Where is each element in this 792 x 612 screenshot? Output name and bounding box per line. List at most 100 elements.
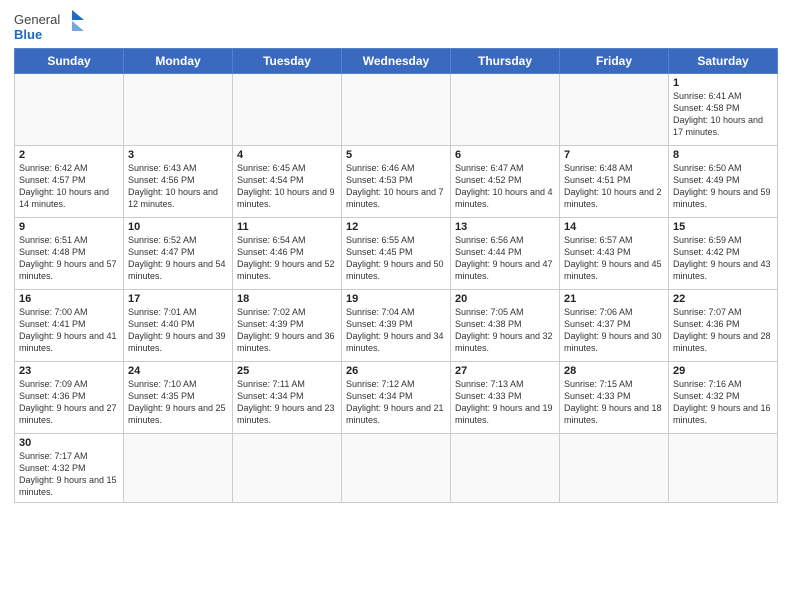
calendar-cell	[342, 74, 451, 146]
day-number: 7	[564, 149, 664, 161]
day-info: Sunrise: 7:09 AM Sunset: 4:36 PM Dayligh…	[19, 378, 119, 427]
day-info: Sunrise: 6:45 AM Sunset: 4:54 PM Dayligh…	[237, 162, 337, 211]
svg-text:Blue: Blue	[14, 27, 42, 42]
calendar-cell: 30Sunrise: 7:17 AM Sunset: 4:32 PM Dayli…	[15, 434, 124, 503]
day-number: 19	[346, 293, 446, 305]
day-number: 28	[564, 365, 664, 377]
calendar-cell: 25Sunrise: 7:11 AM Sunset: 4:34 PM Dayli…	[233, 362, 342, 434]
day-number: 20	[455, 293, 555, 305]
weekday-header-friday: Friday	[560, 49, 669, 74]
day-number: 18	[237, 293, 337, 305]
day-number: 1	[673, 77, 773, 89]
calendar-cell	[451, 434, 560, 503]
day-number: 29	[673, 365, 773, 377]
weekday-header-monday: Monday	[124, 49, 233, 74]
svg-text:General: General	[14, 12, 60, 27]
calendar-cell	[451, 74, 560, 146]
calendar-cell: 7Sunrise: 6:48 AM Sunset: 4:51 PM Daylig…	[560, 146, 669, 218]
day-number: 2	[19, 149, 119, 161]
calendar-cell	[560, 74, 669, 146]
generalblue-logo-icon: General Blue	[14, 10, 84, 42]
day-info: Sunrise: 7:02 AM Sunset: 4:39 PM Dayligh…	[237, 306, 337, 355]
calendar-cell	[15, 74, 124, 146]
day-info: Sunrise: 7:15 AM Sunset: 4:33 PM Dayligh…	[564, 378, 664, 427]
day-number: 14	[564, 221, 664, 233]
calendar-cell: 14Sunrise: 6:57 AM Sunset: 4:43 PM Dayli…	[560, 218, 669, 290]
day-info: Sunrise: 7:04 AM Sunset: 4:39 PM Dayligh…	[346, 306, 446, 355]
day-info: Sunrise: 7:12 AM Sunset: 4:34 PM Dayligh…	[346, 378, 446, 427]
calendar-cell: 24Sunrise: 7:10 AM Sunset: 4:35 PM Dayli…	[124, 362, 233, 434]
day-info: Sunrise: 6:57 AM Sunset: 4:43 PM Dayligh…	[564, 234, 664, 283]
calendar-cell: 11Sunrise: 6:54 AM Sunset: 4:46 PM Dayli…	[233, 218, 342, 290]
calendar-cell: 12Sunrise: 6:55 AM Sunset: 4:45 PM Dayli…	[342, 218, 451, 290]
day-info: Sunrise: 6:41 AM Sunset: 4:58 PM Dayligh…	[673, 90, 773, 139]
calendar-cell: 13Sunrise: 6:56 AM Sunset: 4:44 PM Dayli…	[451, 218, 560, 290]
day-number: 30	[19, 437, 119, 449]
calendar-cell: 6Sunrise: 6:47 AM Sunset: 4:52 PM Daylig…	[451, 146, 560, 218]
day-info: Sunrise: 6:56 AM Sunset: 4:44 PM Dayligh…	[455, 234, 555, 283]
day-number: 6	[455, 149, 555, 161]
header: General Blue	[14, 10, 778, 42]
calendar-week-row: 30Sunrise: 7:17 AM Sunset: 4:32 PM Dayli…	[15, 434, 778, 503]
day-info: Sunrise: 7:06 AM Sunset: 4:37 PM Dayligh…	[564, 306, 664, 355]
calendar-cell: 21Sunrise: 7:06 AM Sunset: 4:37 PM Dayli…	[560, 290, 669, 362]
day-info: Sunrise: 6:54 AM Sunset: 4:46 PM Dayligh…	[237, 234, 337, 283]
day-number: 24	[128, 365, 228, 377]
day-number: 16	[19, 293, 119, 305]
day-number: 26	[346, 365, 446, 377]
day-info: Sunrise: 7:11 AM Sunset: 4:34 PM Dayligh…	[237, 378, 337, 427]
calendar-cell	[342, 434, 451, 503]
calendar-cell: 26Sunrise: 7:12 AM Sunset: 4:34 PM Dayli…	[342, 362, 451, 434]
calendar-cell: 9Sunrise: 6:51 AM Sunset: 4:48 PM Daylig…	[15, 218, 124, 290]
day-info: Sunrise: 6:59 AM Sunset: 4:42 PM Dayligh…	[673, 234, 773, 283]
calendar-cell	[669, 434, 778, 503]
day-info: Sunrise: 6:46 AM Sunset: 4:53 PM Dayligh…	[346, 162, 446, 211]
day-info: Sunrise: 6:47 AM Sunset: 4:52 PM Dayligh…	[455, 162, 555, 211]
calendar: SundayMondayTuesdayWednesdayThursdayFrid…	[14, 48, 778, 503]
day-number: 3	[128, 149, 228, 161]
day-info: Sunrise: 6:55 AM Sunset: 4:45 PM Dayligh…	[346, 234, 446, 283]
day-info: Sunrise: 7:07 AM Sunset: 4:36 PM Dayligh…	[673, 306, 773, 355]
calendar-week-row: 9Sunrise: 6:51 AM Sunset: 4:48 PM Daylig…	[15, 218, 778, 290]
weekday-header-thursday: Thursday	[451, 49, 560, 74]
calendar-week-row: 2Sunrise: 6:42 AM Sunset: 4:57 PM Daylig…	[15, 146, 778, 218]
day-info: Sunrise: 7:05 AM Sunset: 4:38 PM Dayligh…	[455, 306, 555, 355]
day-number: 22	[673, 293, 773, 305]
day-info: Sunrise: 6:43 AM Sunset: 4:56 PM Dayligh…	[128, 162, 228, 211]
calendar-cell: 10Sunrise: 6:52 AM Sunset: 4:47 PM Dayli…	[124, 218, 233, 290]
day-number: 15	[673, 221, 773, 233]
calendar-cell: 15Sunrise: 6:59 AM Sunset: 4:42 PM Dayli…	[669, 218, 778, 290]
day-number: 23	[19, 365, 119, 377]
day-number: 12	[346, 221, 446, 233]
weekday-header-row: SundayMondayTuesdayWednesdayThursdayFrid…	[15, 49, 778, 74]
calendar-cell	[124, 434, 233, 503]
calendar-cell: 4Sunrise: 6:45 AM Sunset: 4:54 PM Daylig…	[233, 146, 342, 218]
day-info: Sunrise: 6:51 AM Sunset: 4:48 PM Dayligh…	[19, 234, 119, 283]
day-info: Sunrise: 6:52 AM Sunset: 4:47 PM Dayligh…	[128, 234, 228, 283]
day-info: Sunrise: 7:16 AM Sunset: 4:32 PM Dayligh…	[673, 378, 773, 427]
page: General Blue SundayMondayTuesdayWednesda…	[0, 0, 792, 612]
day-info: Sunrise: 7:17 AM Sunset: 4:32 PM Dayligh…	[19, 450, 119, 499]
calendar-cell: 3Sunrise: 6:43 AM Sunset: 4:56 PM Daylig…	[124, 146, 233, 218]
calendar-cell: 22Sunrise: 7:07 AM Sunset: 4:36 PM Dayli…	[669, 290, 778, 362]
weekday-header-tuesday: Tuesday	[233, 49, 342, 74]
day-info: Sunrise: 7:00 AM Sunset: 4:41 PM Dayligh…	[19, 306, 119, 355]
weekday-header-saturday: Saturday	[669, 49, 778, 74]
day-info: Sunrise: 7:13 AM Sunset: 4:33 PM Dayligh…	[455, 378, 555, 427]
weekday-header-sunday: Sunday	[15, 49, 124, 74]
day-number: 5	[346, 149, 446, 161]
calendar-cell: 2Sunrise: 6:42 AM Sunset: 4:57 PM Daylig…	[15, 146, 124, 218]
day-number: 9	[19, 221, 119, 233]
calendar-cell: 18Sunrise: 7:02 AM Sunset: 4:39 PM Dayli…	[233, 290, 342, 362]
day-number: 11	[237, 221, 337, 233]
calendar-cell: 5Sunrise: 6:46 AM Sunset: 4:53 PM Daylig…	[342, 146, 451, 218]
calendar-cell	[560, 434, 669, 503]
calendar-cell	[124, 74, 233, 146]
calendar-week-row: 23Sunrise: 7:09 AM Sunset: 4:36 PM Dayli…	[15, 362, 778, 434]
weekday-header-wednesday: Wednesday	[342, 49, 451, 74]
day-number: 8	[673, 149, 773, 161]
calendar-cell: 29Sunrise: 7:16 AM Sunset: 4:32 PM Dayli…	[669, 362, 778, 434]
calendar-cell	[233, 74, 342, 146]
calendar-cell: 20Sunrise: 7:05 AM Sunset: 4:38 PM Dayli…	[451, 290, 560, 362]
calendar-cell	[233, 434, 342, 503]
